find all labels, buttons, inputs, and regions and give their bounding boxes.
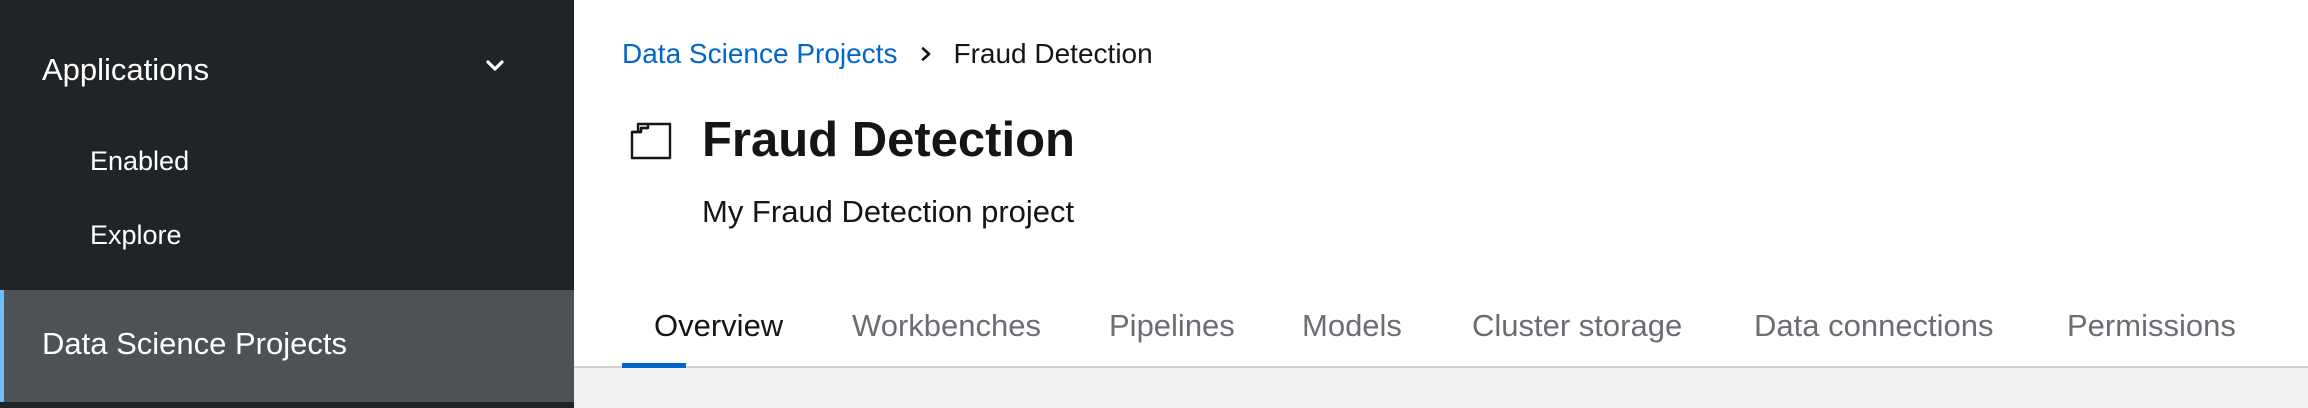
chevron-right-icon [922, 47, 931, 61]
sidebar-item-explore[interactable]: Explore [0, 202, 574, 272]
sidebar-nav: Applications Enabled Explore Data Scienc… [0, 0, 574, 408]
tab-label: Models [1302, 308, 1402, 343]
sidebar-item-enabled[interactable]: Enabled [0, 128, 574, 198]
breadcrumb-link-projects[interactable]: Data Science Projects [622, 38, 897, 69]
tab-label: Overview [654, 308, 784, 343]
project-tabs: Overview Workbenches Pipelines Models Cl… [574, 298, 2308, 368]
breadcrumb-current: Fraud Detection [953, 38, 1153, 69]
project-description: My Fraud Detection project [702, 194, 1075, 229]
sidebar-item-data-science-projects[interactable]: Data Science Projects [0, 290, 574, 402]
page-title: Fraud Detection [702, 113, 1075, 167]
sidebar-item-label: Explore [90, 220, 182, 250]
tab-label: Permissions [2067, 308, 2236, 343]
nav-group-label: Applications [42, 52, 210, 87]
sidebar-item-label: Data Science Projects [42, 326, 347, 361]
project-folder-icon [630, 122, 672, 160]
breadcrumb: Data Science Projects Fraud Detection [622, 38, 1153, 78]
chevron-down-icon [486, 60, 504, 71]
tab-content-area [574, 368, 2308, 408]
tab-label: Cluster storage [1472, 308, 1683, 343]
nav-group-applications-toggle[interactable]: Applications [0, 34, 574, 106]
sidebar-item-label: Enabled [90, 146, 190, 176]
app-page: Applications Enabled Explore Data Scienc… [0, 0, 2308, 408]
tab-label: Data connections [1754, 308, 1994, 343]
main-content: Data Science Projects Fraud Detection Fra… [574, 0, 2308, 408]
active-indicator [0, 290, 4, 402]
tab-label: Workbenches [852, 308, 1041, 343]
tab-label: Pipelines [1109, 308, 1235, 343]
